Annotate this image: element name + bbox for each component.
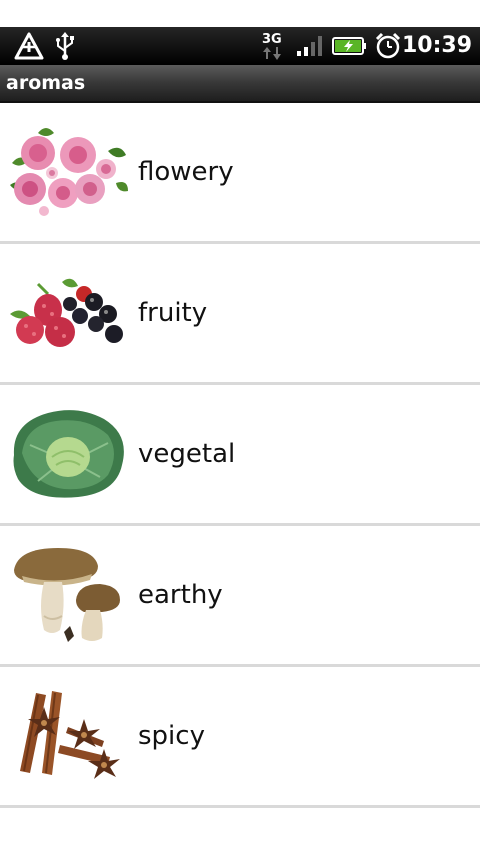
mushrooms-image — [8, 546, 130, 644]
page-title: aromas — [6, 72, 86, 94]
warning-icon — [14, 27, 44, 65]
signal-icon — [296, 27, 326, 65]
aroma-list: flowery fruity vegetal earthy spicy — [0, 103, 480, 808]
aroma-label: flowery — [138, 157, 234, 187]
status-time: 10:39 — [401, 33, 472, 58]
aroma-label: fruity — [138, 298, 208, 328]
list-item-flowery[interactable]: flowery — [0, 103, 480, 244]
berries-image — [8, 264, 130, 362]
list-item-vegetal[interactable]: vegetal — [0, 385, 480, 526]
svg-text:3G: 3G — [262, 32, 282, 47]
cabbage-image — [8, 405, 130, 503]
list-item-earthy[interactable]: earthy — [0, 526, 480, 667]
cinnamon-star-anise-image — [8, 687, 130, 785]
title-bar: aromas — [0, 65, 480, 103]
roses-image — [8, 123, 130, 221]
aroma-label: vegetal — [138, 439, 236, 469]
list-item-fruity[interactable]: fruity — [0, 244, 480, 385]
aroma-label: earthy — [138, 580, 223, 610]
list-item-spicy[interactable]: spicy — [0, 667, 480, 808]
usb-icon — [54, 27, 76, 65]
status-bar: 3G 10:39 — [0, 27, 480, 65]
3g-data-icon: 3G — [261, 27, 287, 65]
alarm-clock-icon — [374, 27, 402, 65]
battery-charging-icon — [332, 27, 368, 65]
aroma-label: spicy — [138, 721, 205, 751]
